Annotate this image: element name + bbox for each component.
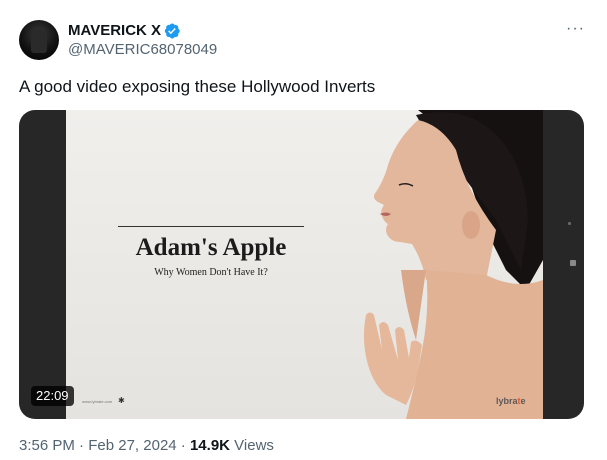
tweet-date[interactable]: Feb 27, 2024 bbox=[88, 437, 176, 454]
tweet-text: A good video exposing these Hollywood In… bbox=[19, 77, 376, 96]
video-duration-badge: 22:09 bbox=[31, 386, 74, 406]
video-title: Adam's Apple bbox=[135, 234, 287, 261]
title-rule-top bbox=[118, 226, 304, 227]
video-frame: Adam's Apple Why Women Don't Have It? ww… bbox=[66, 110, 543, 419]
logo-prefix: lybra bbox=[496, 396, 518, 406]
tweet-card: MAVERICK X @MAVERIC68078049 ··· A good v… bbox=[0, 0, 607, 460]
views-count[interactable]: 14.9K bbox=[190, 437, 230, 454]
logo-suffix: e bbox=[520, 396, 526, 406]
side-marker bbox=[568, 222, 571, 225]
tweet-time[interactable]: 3:56 PM bbox=[19, 437, 75, 454]
author-display-name[interactable]: MAVERICK X bbox=[68, 22, 161, 39]
video-title-card: Adam's Apple Why Women Don't Have It? bbox=[118, 226, 304, 278]
meta-separator: · bbox=[180, 437, 186, 454]
video-website: www.lybrate.com bbox=[82, 399, 113, 404]
verified-badge-icon bbox=[164, 23, 180, 39]
app-store-icons: ✱ bbox=[118, 396, 125, 405]
avatar-figure bbox=[31, 29, 47, 53]
video-subtitle: Why Women Don't Have It? bbox=[154, 267, 268, 278]
video-player[interactable]: Adam's Apple Why Women Don't Have It? ww… bbox=[19, 110, 584, 419]
avatar[interactable] bbox=[19, 20, 59, 60]
video-logo: lybrate bbox=[496, 396, 526, 406]
side-marker bbox=[570, 260, 576, 266]
author-handle[interactable]: @MAVERIC68078049 bbox=[68, 41, 217, 58]
more-options-icon[interactable]: ··· bbox=[566, 21, 585, 37]
tweet-meta: 3:56 PM · Feb 27, 2024 · 14.9K Views bbox=[19, 437, 274, 454]
meta-separator: · bbox=[79, 437, 85, 454]
views-label: Views bbox=[234, 437, 274, 454]
